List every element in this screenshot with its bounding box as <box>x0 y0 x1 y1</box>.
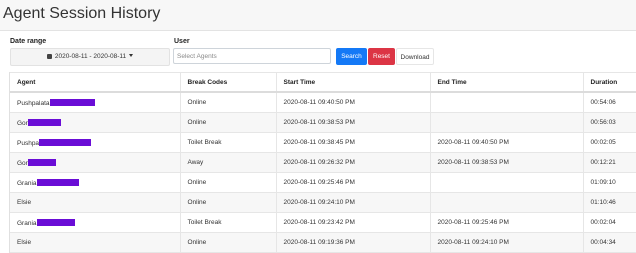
start-time-cell: 2020-08-11 09:24:10 PM <box>276 192 431 213</box>
start-time-cell: 2020-08-11 09:23:42 PM <box>276 212 431 233</box>
column-header-end-time[interactable]: End Time <box>430 72 584 93</box>
end-time-cell <box>430 172 584 193</box>
end-time-cell: 2020-08-11 09:24:10 PM <box>430 232 584 253</box>
break-code-cell: Online <box>180 192 277 213</box>
duration-cell: 00:02:05 <box>583 132 636 153</box>
break-code-cell: Away <box>180 152 277 173</box>
start-time-cell: 2020-08-11 09:26:32 PM <box>276 152 431 173</box>
end-time-cell: 2020-08-11 09:38:53 PM <box>430 152 584 173</box>
table-row: Elsie Online 2020-08-11 09:19:36 PM 2020… <box>10 232 636 253</box>
agent-cell: Gor <box>10 152 181 173</box>
duration-cell: 00:02:04 <box>583 212 636 233</box>
download-button[interactable]: Download <box>396 48 434 65</box>
break-code-cell: Online <box>180 112 277 133</box>
redaction-mark <box>36 178 79 186</box>
redaction-mark <box>27 158 56 166</box>
date-range-value: 2020-08-11 - 2020-08-11 <box>54 53 127 60</box>
break-code-cell: Online <box>180 232 277 253</box>
column-header-duration[interactable]: Duration <box>583 72 636 93</box>
search-button[interactable]: Search <box>336 48 367 65</box>
table-row: Pushpa Toilet Break 2020-08-11 09:38:45 … <box>10 132 636 153</box>
duration-cell: 00:12:21 <box>583 152 636 173</box>
start-time-cell: 2020-08-11 09:38:53 PM <box>276 112 431 133</box>
agent-cell: Grania <box>10 212 181 233</box>
date-range-picker[interactable]: 2020-08-11 - 2020-08-11 <box>10 48 170 66</box>
end-time-cell <box>430 112 584 133</box>
caret-down-icon <box>129 54 134 57</box>
session-history-table: Agent Break Codes Start Time End Time Du… <box>9 72 636 253</box>
table-row: Pushpalata Online 2020-08-11 09:40:50 PM… <box>10 92 636 113</box>
table-row: Grania Toilet Break 2020-08-11 09:23:42 … <box>10 212 636 233</box>
start-time-cell: 2020-08-11 09:38:45 PM <box>276 132 431 153</box>
agent-cell: Elsie <box>10 192 181 213</box>
column-header-break-codes[interactable]: Break Codes <box>180 72 277 93</box>
redaction-mark <box>27 118 61 126</box>
user-label: User <box>174 38 190 45</box>
redaction-mark <box>36 218 75 226</box>
duration-cell: 00:04:34 <box>583 232 636 253</box>
table-row: Gor Away 2020-08-11 09:26:32 PM 2020-08-… <box>10 152 636 173</box>
duration-cell: 01:09:10 <box>583 172 636 193</box>
start-time-cell: 2020-08-11 09:19:36 PM <box>276 232 431 253</box>
table-header-row: Agent Break Codes Start Time End Time Du… <box>10 72 636 93</box>
calendar-icon <box>46 54 52 59</box>
page-title: Agent Session History <box>3 5 161 22</box>
page-header: Agent Session History <box>0 0 636 31</box>
end-time-cell <box>430 192 584 213</box>
end-time-cell: 2020-08-11 09:25:46 PM <box>430 212 584 233</box>
duration-cell: 00:56:03 <box>583 112 636 133</box>
column-header-agent[interactable]: Agent <box>10 72 181 93</box>
column-header-start-time[interactable]: Start Time <box>276 72 431 93</box>
agent-cell: Pushpa <box>10 132 181 153</box>
table-row: Elsie Online 2020-08-11 09:24:10 PM 01:1… <box>10 192 636 213</box>
redaction-mark <box>39 138 92 146</box>
break-code-cell: Online <box>180 92 277 113</box>
agent-cell: Gor <box>10 112 181 133</box>
agent-cell: Elsie <box>10 232 181 253</box>
end-time-cell: 2020-08-11 09:40:50 PM <box>430 132 584 153</box>
break-code-cell: Online <box>180 172 277 193</box>
date-range-label: Date range <box>10 38 47 45</box>
end-time-cell <box>430 92 584 113</box>
select-agents-input[interactable] <box>173 48 331 64</box>
start-time-cell: 2020-08-11 09:25:46 PM <box>276 172 431 193</box>
agent-cell: Pushpalata <box>10 92 181 113</box>
duration-cell: 01:10:46 <box>583 192 636 213</box>
start-time-cell: 2020-08-11 09:40:50 PM <box>276 92 431 113</box>
agent-cell: Grania <box>10 172 181 193</box>
table-row: Gor Online 2020-08-11 09:38:53 PM 00:56:… <box>10 112 636 133</box>
break-code-cell: Toilet Break <box>180 132 277 153</box>
redaction-mark <box>49 98 95 106</box>
table-row: Grania Online 2020-08-11 09:25:46 PM 01:… <box>10 172 636 193</box>
duration-cell: 00:54:06 <box>583 92 636 113</box>
break-code-cell: Toilet Break <box>180 212 277 233</box>
reset-button[interactable]: Reset <box>368 48 395 65</box>
